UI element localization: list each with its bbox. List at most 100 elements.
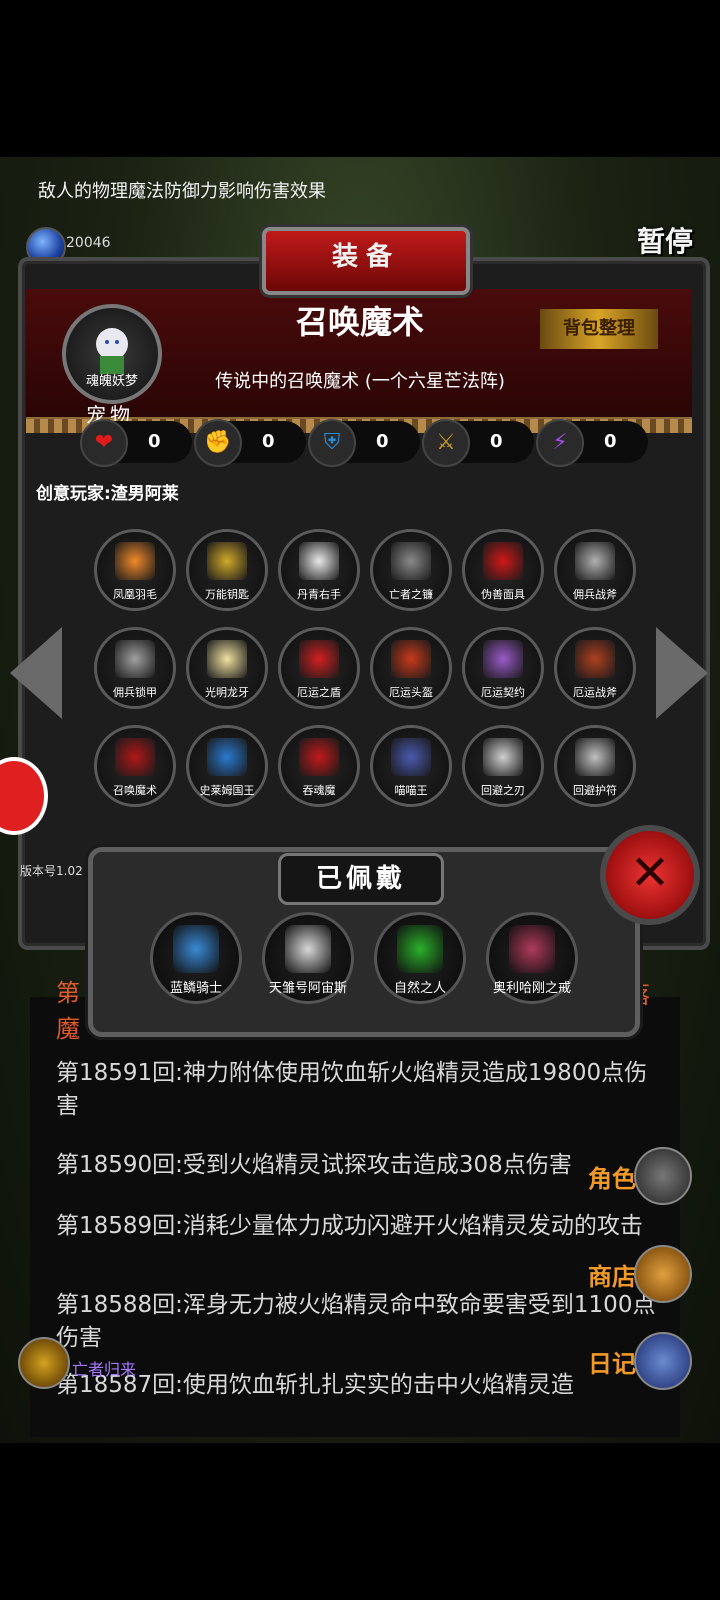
item-icon	[575, 738, 615, 776]
tip-text: 敌人的物理魔法防御力影响伤害效果	[38, 181, 326, 202]
item-slot[interactable]: 回避护符	[554, 725, 636, 807]
log-line: 第18591回:神力附体使用饮血斩火焰精灵造成19800点伤害	[56, 1060, 648, 1119]
item-slot[interactable]: 伪善面具	[462, 529, 544, 611]
item-name: 万能钥匙	[205, 588, 249, 601]
worn-item-slot[interactable]: 自然之人	[374, 912, 466, 1004]
role-button[interactable]: 角色	[588, 1145, 692, 1205]
item-slot[interactable]: 厄运战斧	[554, 627, 636, 709]
worn-item-name: 蓝鳞骑士	[169, 981, 222, 996]
stat-armor: ⛨ 0	[308, 419, 420, 467]
item-slot[interactable]: 佣兵锁甲	[94, 627, 176, 709]
item-name: 亡者之镰	[389, 588, 433, 601]
item-icon	[115, 738, 155, 776]
item-slot[interactable]: 厄运头盔	[370, 627, 452, 709]
item-name: 佣兵锁甲	[113, 686, 157, 699]
item-description: 传说中的召唤魔术 (一个六星芒法阵)	[215, 371, 505, 392]
pet-name: 魂魄妖梦	[85, 374, 138, 389]
item-icon	[299, 542, 339, 580]
item-name: 厄运契约	[481, 686, 525, 699]
pet-avatar[interactable]	[62, 304, 162, 404]
role-label: 角色	[588, 1165, 636, 1193]
item-icon	[115, 542, 155, 580]
item-name: 厄运战斧	[573, 686, 617, 699]
prev-page-arrow-icon[interactable]	[10, 627, 62, 719]
item-name: 凤凰羽毛	[113, 588, 157, 601]
item-slot[interactable]: 光明龙牙	[186, 627, 268, 709]
strength-icon: ✊	[194, 419, 242, 467]
item-icon	[391, 542, 431, 580]
item-slot[interactable]: 厄运契约	[462, 627, 544, 709]
item-icon	[207, 542, 247, 580]
helmet-icon	[634, 1147, 692, 1205]
item-name: 厄运之盾	[297, 686, 341, 699]
log-partial-left: 第魔	[56, 979, 80, 1043]
item-icon	[299, 640, 339, 678]
armor-icon: ⛨	[308, 419, 356, 467]
gem-value: 20046	[66, 235, 111, 251]
diary-button[interactable]: 日记	[588, 1330, 692, 1390]
game-viewport: 敌人的物理魔法防御力影响伤害效果 20046 暂停 装备 魂魄妖梦 宠物 召唤魔…	[0, 157, 720, 1443]
shop-button[interactable]: 商店	[588, 1243, 692, 1303]
item-icon	[483, 738, 523, 776]
item-slot[interactable]: 喵喵王	[370, 725, 452, 807]
worn-item-icon	[509, 925, 555, 973]
item-icon	[391, 640, 431, 678]
diary-label: 日记	[588, 1350, 636, 1378]
item-slot[interactable]: 佣兵战斧	[554, 529, 636, 611]
item-icon	[207, 738, 247, 776]
weapon-icon: ⚔	[422, 419, 470, 467]
item-slot[interactable]: 召唤魔术	[94, 725, 176, 807]
item-name: 伪善面具	[481, 588, 525, 601]
stat-strength: ✊ 0	[194, 419, 306, 467]
worn-item-name: 自然之人	[393, 981, 446, 996]
close-button[interactable]: ✕	[600, 825, 700, 925]
worn-item-icon	[173, 925, 219, 973]
next-page-arrow-icon[interactable]	[656, 627, 708, 719]
item-icon	[391, 738, 431, 776]
item-icon	[207, 640, 247, 678]
worn-item-slot[interactable]: 天雏号阿宙斯	[262, 912, 354, 1004]
stat-weapon: ⚔ 0	[422, 419, 534, 467]
item-name: 回避护符	[573, 784, 617, 797]
item-name: 召唤魔术	[113, 784, 157, 797]
item-slot[interactable]: 凤凰羽毛	[94, 529, 176, 611]
worn-item-slot[interactable]: 奥利哈刚之戒	[486, 912, 578, 1004]
item-slot[interactable]: 厄运之盾	[278, 627, 360, 709]
item-slot[interactable]: 吞魂魔	[278, 725, 360, 807]
worn-item-icon	[285, 925, 331, 973]
item-slot[interactable]: 丹青右手	[278, 529, 360, 611]
worn-item-name: 天雏号阿宙斯	[268, 981, 347, 996]
log-line: 第18588回:浑身无力被火焰精灵命中致命要害受到1100点伤害	[56, 1292, 656, 1351]
item-slot[interactable]: 回避之刃	[462, 725, 544, 807]
item-slot[interactable]: 万能钥匙	[186, 529, 268, 611]
item-name: 佣兵战斧	[573, 588, 617, 601]
item-slot[interactable]: 史莱姆国王	[186, 725, 268, 807]
item-icon	[575, 640, 615, 678]
player-name: 亡者归来	[72, 1360, 137, 1379]
log-line: 第18590回:受到火焰精灵试探攻击造成308点伤害	[56, 1152, 572, 1178]
stat-magic: ⚡ 0	[536, 419, 648, 467]
worn-item-icon	[397, 925, 443, 973]
player-avatar[interactable]	[18, 1337, 70, 1389]
heart-icon: ❤	[80, 419, 128, 467]
worn-item-slot[interactable]: 蓝鳞骑士	[150, 912, 242, 1004]
item-name: 喵喵王	[394, 784, 428, 797]
creator-credit: 创意玩家:渣男阿莱	[36, 484, 179, 504]
beer-mug-icon	[634, 1245, 692, 1303]
item-icon	[115, 640, 155, 678]
item-name: 吞魂魔	[302, 784, 336, 797]
item-icon	[483, 640, 523, 678]
item-icon	[575, 542, 615, 580]
item-name: 史莱姆国王	[199, 784, 255, 797]
version-label: 版本号1.02	[20, 864, 83, 878]
item-name: 丹青右手	[297, 588, 341, 601]
item-name: 回避之刃	[481, 784, 525, 797]
log-line: 第18587回:使用饮血斩扎扎实实的击中火焰精灵造	[56, 1372, 574, 1398]
item-name: 光明龙牙	[205, 686, 249, 699]
item-title: 召唤魔术	[295, 303, 424, 341]
item-slot[interactable]: 亡者之镰	[370, 529, 452, 611]
stat-health: ❤ 0	[80, 419, 192, 467]
log-line: 第18589回:消耗少量体力成功闪避开火焰精灵发动的攻击	[56, 1213, 643, 1239]
sort-bag-button[interactable]: 背包整理	[540, 309, 658, 349]
equipment-banner: 装备	[262, 227, 470, 295]
